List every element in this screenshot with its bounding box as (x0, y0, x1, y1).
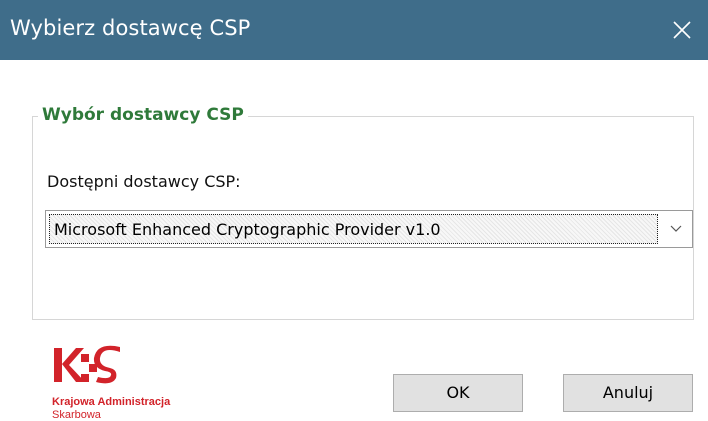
cancel-button[interactable]: Anuluj (563, 374, 693, 412)
ok-button[interactable]: OK (393, 374, 523, 412)
title-bar: Wybierz dostawcę CSP (0, 0, 708, 60)
providers-label: Dostępni dostawcy CSP: (47, 172, 241, 191)
provider-dropdown[interactable]: Microsoft Enhanced Cryptographic Provide… (45, 210, 693, 248)
kas-logo: Krajowa Administracja Skarbowa (46, 344, 226, 421)
close-button[interactable] (656, 0, 708, 60)
logo-text-line2: Skarbowa (52, 409, 101, 421)
provider-selected-value[interactable]: Microsoft Enhanced Cryptographic Provide… (49, 214, 658, 244)
kas-logo-mark (54, 345, 120, 384)
window-title: Wybierz dostawcę CSP (10, 16, 251, 40)
dropdown-button[interactable] (659, 211, 692, 247)
chevron-down-icon (670, 225, 681, 232)
group-legend: Wybór dostawcy CSP (38, 104, 248, 126)
close-icon (673, 21, 691, 39)
logo-text-line1: Krajowa Administracja (52, 396, 171, 408)
